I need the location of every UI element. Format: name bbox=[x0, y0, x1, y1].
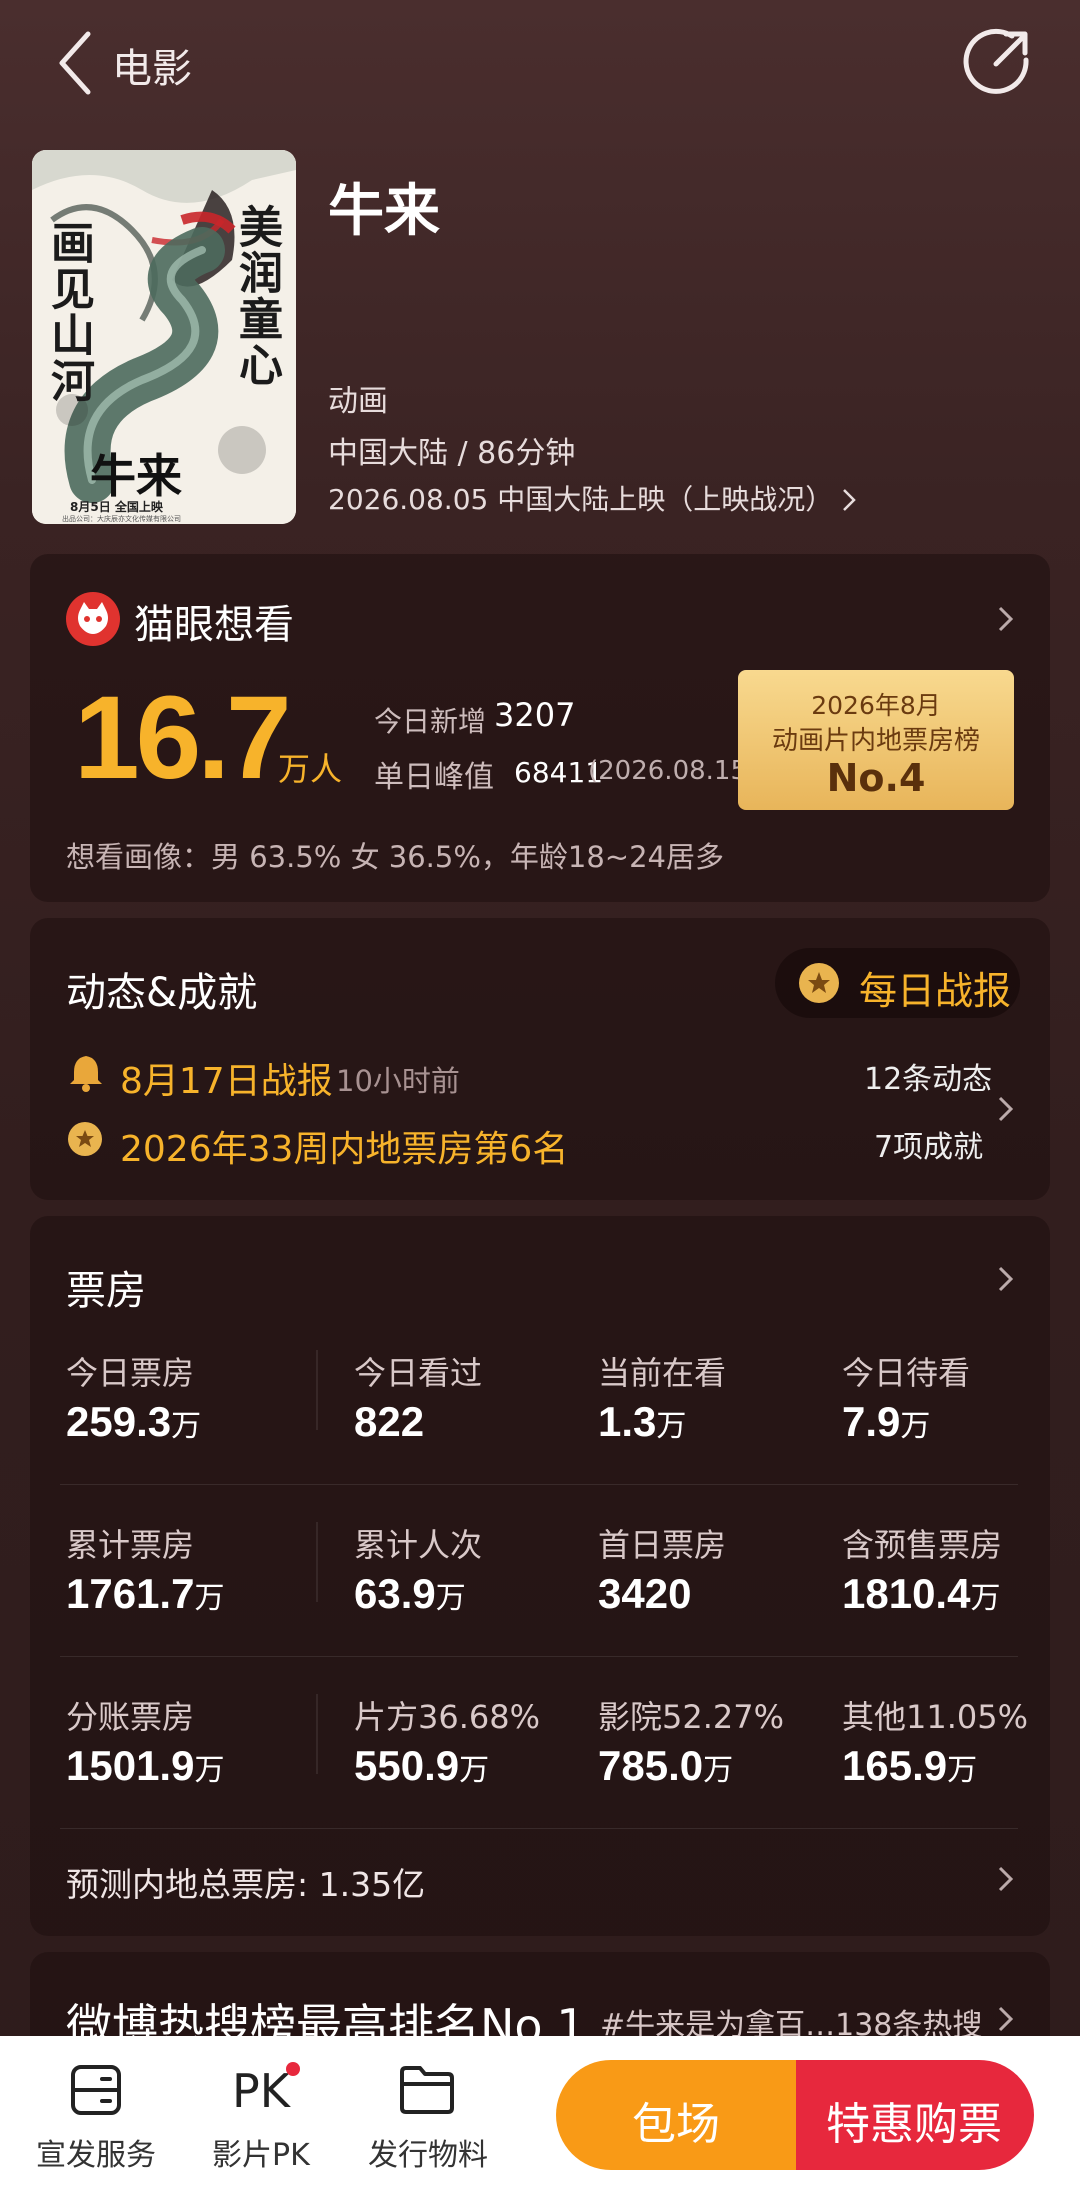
movie-genre: 动画 bbox=[328, 384, 388, 419]
daily-peak-label: 单日峰值 bbox=[374, 760, 494, 795]
poster-vertical-text-right: 美润童心 bbox=[231, 204, 282, 388]
box-office-chevron-icon[interactable] bbox=[996, 1264, 1016, 1294]
divider bbox=[60, 1828, 1018, 1829]
stat-value: 165.9万 bbox=[842, 1742, 978, 1789]
stat-label: 今日看过 bbox=[354, 1354, 483, 1392]
stat-label: 其他11.05% bbox=[842, 1698, 1029, 1736]
stat-label: 当前在看 bbox=[598, 1354, 727, 1392]
stat-value: 63.9万 bbox=[354, 1570, 466, 1617]
release-chevron-icon[interactable] bbox=[842, 488, 856, 512]
stat-value: 1761.7万 bbox=[66, 1570, 225, 1617]
want-chevron-icon[interactable] bbox=[996, 604, 1016, 634]
dynamics-chevron-icon[interactable] bbox=[996, 1094, 1016, 1124]
movie-region-duration: 中国大陆 / 86分钟 bbox=[328, 436, 576, 471]
ranking-period: 2026年8月 bbox=[811, 691, 941, 720]
weibo-chevron-icon[interactable] bbox=[996, 2004, 1016, 2034]
stat-label: 分账票房 bbox=[66, 1698, 195, 1736]
predicted-box-office[interactable]: 预测内地总票房: 1.35亿 bbox=[66, 1858, 425, 1906]
private-screening-label: 包场 bbox=[632, 2099, 720, 2150]
poster-credit: 出品公司：大庆辰亦文化传媒有限公司 bbox=[62, 515, 181, 523]
ranking-badge[interactable]: 2026年8月 动画片内地票房榜 No.4 bbox=[738, 670, 1014, 810]
stat-label: 首日票房 bbox=[598, 1526, 727, 1564]
stat-value: 785.0万 bbox=[598, 1742, 734, 1789]
divider bbox=[60, 1484, 1018, 1485]
movie-poster[interactable]: 画见山河 美润童心 牛来 8月5日 全国上映 出品公司：大庆辰亦文化传媒有限公司 bbox=[32, 150, 296, 524]
want-section-title: 猫眼想看 bbox=[134, 602, 294, 648]
box-office-title: 票房 bbox=[66, 1268, 146, 1314]
ranking-category: 动画片内地票房榜 bbox=[771, 726, 980, 756]
stat-label: 累计票房 bbox=[66, 1526, 195, 1564]
want-count: 16.7 bbox=[74, 672, 292, 804]
achievements-count: 7项成就 bbox=[874, 1130, 984, 1165]
buy-ticket-button[interactable]: 特惠购票 bbox=[796, 2060, 1034, 2170]
tab-movie-pk[interactable]: 影片PK bbox=[212, 2130, 310, 2174]
today-new-value: 3207 bbox=[494, 696, 576, 734]
dynamics-count: 12条动态 bbox=[864, 1062, 993, 1097]
today-new-label: 今日新增 bbox=[374, 705, 487, 738]
stat-label: 累计人次 bbox=[354, 1526, 483, 1564]
daily-report-time: 10小时前 bbox=[336, 1064, 460, 1098]
movie-title: 牛来 bbox=[328, 179, 440, 244]
notification-dot bbox=[286, 2062, 300, 2076]
stat-label: 片方36.68% bbox=[354, 1698, 541, 1736]
private-screening-button[interactable]: 包场 bbox=[556, 2060, 806, 2170]
poster-vertical-text-left: 画见山河 bbox=[43, 220, 94, 404]
stat-value: 1810.4万 bbox=[842, 1570, 1001, 1617]
stat-value: 1.3万 bbox=[598, 1398, 687, 1445]
movie-release-link[interactable]: 2026.08.05 中国大陆上映（上映战况） bbox=[328, 478, 833, 518]
daily-report-link[interactable]: 8月17日战报 bbox=[120, 1052, 333, 1104]
daily-report-label: 每日战报 bbox=[859, 969, 1012, 1013]
daily-report-button[interactable]: 每日战报 bbox=[775, 948, 1020, 1018]
predict-chevron-icon[interactable] bbox=[996, 1864, 1016, 1894]
server-icon[interactable] bbox=[68, 2062, 124, 2118]
divider bbox=[316, 1522, 318, 1602]
bell-icon bbox=[70, 1056, 102, 1092]
share-icon[interactable] bbox=[962, 24, 1036, 98]
audience-portrait: 想看画像：男 63.5% 女 36.5%，年龄18~24居多 bbox=[66, 840, 725, 874]
want-unit: 万人 bbox=[278, 750, 343, 788]
folder-icon[interactable] bbox=[398, 2064, 456, 2116]
divider bbox=[60, 1656, 1018, 1657]
dynamics-title: 动态&成就 bbox=[66, 970, 258, 1016]
medal-icon bbox=[799, 963, 839, 1003]
stat-value: 1501.9万 bbox=[66, 1742, 225, 1789]
tab-promotion-service[interactable]: 宣发服务 bbox=[36, 2130, 156, 2174]
tab-release-materials[interactable]: 发行物料 bbox=[368, 2130, 488, 2174]
stat-value: 822 bbox=[354, 1398, 425, 1445]
back-arrow-icon[interactable] bbox=[52, 28, 102, 98]
daily-peak-date: (2026.08.15) bbox=[588, 756, 758, 786]
ranking-position: No.4 bbox=[826, 756, 926, 800]
poster-name: 牛来 bbox=[90, 449, 182, 503]
nav-title[interactable]: 电影 bbox=[112, 36, 192, 94]
stat-label: 影院52.27% bbox=[598, 1698, 785, 1736]
divider bbox=[316, 1350, 318, 1430]
medal-small-icon bbox=[68, 1122, 102, 1156]
stat-value: 550.9万 bbox=[354, 1742, 490, 1789]
stat-value: 259.3万 bbox=[66, 1398, 202, 1445]
pk-icon[interactable]: PK bbox=[232, 2062, 302, 2122]
poster-date: 8月5日 全国上映 bbox=[70, 500, 163, 514]
stat-label: 今日待看 bbox=[842, 1354, 971, 1392]
divider bbox=[316, 1694, 318, 1774]
stat-label: 今日票房 bbox=[66, 1354, 195, 1392]
stat-value: 3420 bbox=[598, 1570, 692, 1617]
maoyan-cat-icon bbox=[66, 592, 120, 646]
stat-label: 含预售票房 bbox=[842, 1526, 1003, 1564]
pk-icon-text: PK bbox=[232, 2064, 290, 2118]
weekly-rank-link[interactable]: 2026年33周内地票房第6名 bbox=[120, 1120, 568, 1172]
buy-ticket-label: 特惠购票 bbox=[826, 2099, 1002, 2150]
stat-value: 7.9万 bbox=[842, 1398, 931, 1445]
